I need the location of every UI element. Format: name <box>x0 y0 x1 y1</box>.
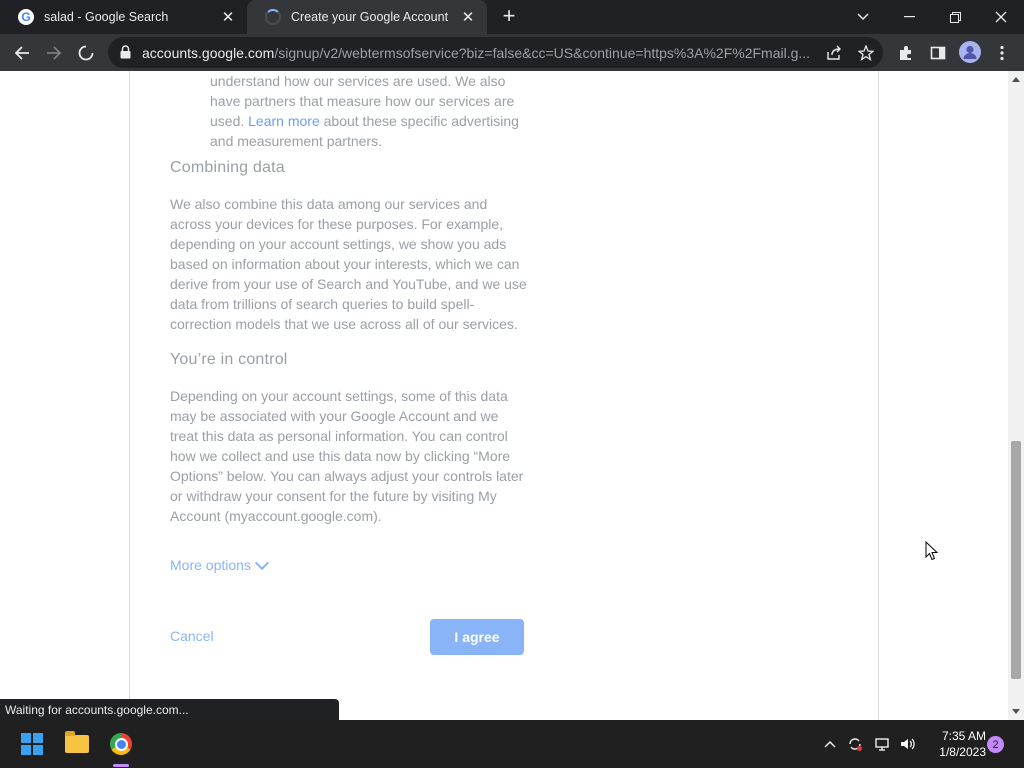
tab-create-account[interactable]: Create your Google Account ✕ <box>247 0 487 34</box>
loading-status-bubble: Waiting for accounts.google.com... <box>0 699 339 720</box>
network-icon[interactable] <box>872 734 892 754</box>
sync-status-icon[interactable] <box>845 734 865 754</box>
chevron-down-icon <box>254 555 270 570</box>
new-tab-button[interactable]: + <box>497 5 521 28</box>
start-button[interactable] <box>14 726 50 762</box>
tab-title: salad - Google Search <box>44 10 169 24</box>
extensions-button[interactable] <box>892 39 920 67</box>
restore-button[interactable] <box>932 0 978 34</box>
folder-icon <box>65 731 89 753</box>
close-tab-icon[interactable]: ✕ <box>219 8 237 26</box>
windows-taskbar: 7:35 AM 1/8/2023 2 <box>0 720 1024 768</box>
puzzle-icon <box>900 46 911 60</box>
clock-date: 1/8/2023 <box>939 745 986 759</box>
tab-strip: G salad - Google Search ✕ Create your Go… <box>0 0 1024 34</box>
forward-button[interactable] <box>40 39 68 67</box>
loading-spinner-icon <box>265 9 281 25</box>
loading-spinner-icon <box>78 45 94 61</box>
page-scrollbar[interactable] <box>1008 71 1024 720</box>
arrow-left-icon <box>14 46 29 60</box>
tab-search-button[interactable] <box>840 0 886 34</box>
combining-data-heading: Combining data <box>170 159 285 176</box>
in-control-paragraph: Depending on your account settings, some… <box>170 388 524 524</box>
in-control-heading: You’re in control <box>170 351 288 368</box>
url-path: /signup/v2/webtermsofservice?biz=false&c… <box>274 45 811 61</box>
learn-more-link[interactable]: Learn more <box>248 113 320 129</box>
kebab-menu-icon <box>1000 45 1004 61</box>
arrow-right-icon <box>47 46 62 60</box>
combining-data-paragraph: We also combine this data among our serv… <box>170 196 527 332</box>
cancel-button[interactable]: Cancel <box>160 620 224 652</box>
close-icon <box>995 11 1007 23</box>
scroll-down-arrow-icon[interactable] <box>1012 709 1020 714</box>
bookmark-star-icon[interactable] <box>856 43 876 63</box>
minimize-button[interactable] <box>886 0 932 34</box>
lock-icon[interactable] <box>120 45 131 59</box>
page-viewport: understand how our services are used. We… <box>0 71 1008 720</box>
chrome-menu-button[interactable] <box>988 39 1016 67</box>
mouse-cursor-icon <box>925 541 939 561</box>
back-button[interactable] <box>8 39 36 67</box>
profile-avatar[interactable] <box>959 41 981 63</box>
i-agree-button[interactable]: I agree <box>430 619 524 655</box>
side-panel-button[interactable] <box>924 39 952 67</box>
user-icon <box>963 45 977 59</box>
url-host: accounts.google.com <box>142 45 275 61</box>
tab-salad-search[interactable]: G salad - Google Search ✕ <box>0 0 247 34</box>
clock-time: 7:35 AM <box>941 729 986 743</box>
side-panel-icon <box>930 46 946 60</box>
active-app-indicator <box>113 764 129 767</box>
more-options-label: More options <box>170 557 251 573</box>
restore-icon <box>949 11 961 23</box>
notification-badge[interactable]: 2 <box>987 736 1004 753</box>
close-tab-icon[interactable]: ✕ <box>459 8 477 26</box>
partners-paragraph: understand how our services are used. We… <box>210 71 530 151</box>
volume-icon[interactable] <box>897 734 917 754</box>
chevron-up-icon <box>824 741 836 748</box>
system-clock[interactable]: 7:35 AM 1/8/2023 <box>926 728 986 760</box>
google-g-icon: G <box>18 9 34 25</box>
show-hidden-icons-button[interactable] <box>820 734 840 754</box>
close-window-button[interactable] <box>978 0 1024 34</box>
tab-title: Create your Google Account <box>291 10 449 24</box>
file-explorer-button[interactable] <box>59 726 95 762</box>
chevron-down-icon <box>857 13 869 21</box>
scrollbar-thumb[interactable] <box>1011 441 1021 679</box>
stop-loading-button[interactable] <box>72 39 100 67</box>
share-icon[interactable] <box>824 43 844 63</box>
browser-toolbar: accounts.google.com/signup/v2/webtermsof… <box>0 34 1024 71</box>
terms-card: understand how our services are used. We… <box>129 71 879 720</box>
url-text[interactable]: accounts.google.com/signup/v2/webtermsof… <box>142 45 812 61</box>
more-options-button[interactable]: More options <box>170 555 270 573</box>
address-bar[interactable]: accounts.google.com/signup/v2/webtermsof… <box>108 37 883 68</box>
chrome-icon <box>110 733 132 755</box>
chrome-taskbar-button[interactable] <box>103 726 139 762</box>
minimize-icon <box>903 16 915 18</box>
windows-logo-icon <box>21 733 43 755</box>
scroll-up-arrow-icon[interactable] <box>1012 77 1020 82</box>
